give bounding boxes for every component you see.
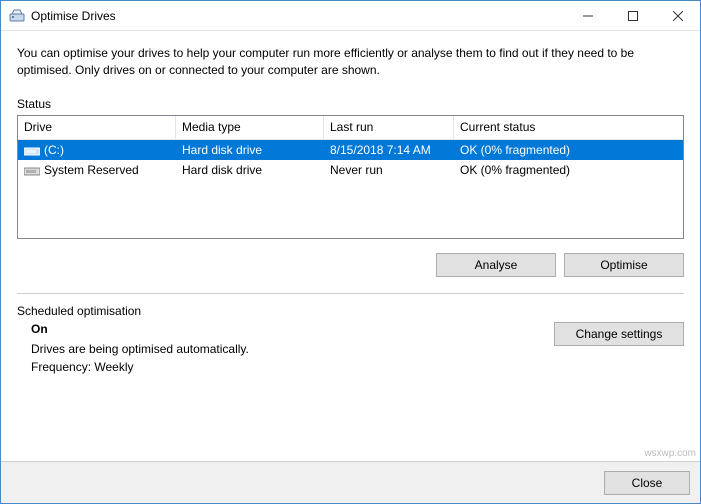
status-label: Status bbox=[17, 97, 684, 111]
scheduled-line1: Drives are being optimised automatically… bbox=[31, 342, 554, 356]
media-type: Hard disk drive bbox=[176, 143, 324, 157]
footer: Close bbox=[1, 461, 700, 503]
col-drive[interactable]: Drive bbox=[18, 116, 176, 139]
table-header: Drive Media type Last run Current status bbox=[18, 116, 683, 140]
col-media[interactable]: Media type bbox=[176, 116, 324, 139]
last-run: Never run bbox=[324, 163, 454, 177]
media-type: Hard disk drive bbox=[176, 163, 324, 177]
scheduled-info: On Drives are being optimised automatica… bbox=[17, 322, 554, 378]
optimise-button[interactable]: Optimise bbox=[564, 253, 684, 277]
scheduled-state: On bbox=[31, 322, 554, 336]
scheduled-area: On Drives are being optimised automatica… bbox=[17, 322, 684, 378]
body: You can optimise your drives to help you… bbox=[1, 31, 700, 461]
table-row[interactable]: (C:) Hard disk drive 8/15/2018 7:14 AM O… bbox=[18, 140, 683, 160]
drive-app-icon bbox=[9, 8, 25, 24]
drive-name: System Reserved bbox=[44, 163, 139, 177]
minimize-button[interactable] bbox=[565, 1, 610, 30]
drive-icon bbox=[24, 164, 40, 176]
col-status[interactable]: Current status bbox=[454, 116, 683, 139]
scheduled-line2: Frequency: Weekly bbox=[31, 360, 554, 374]
window-title: Optimise Drives bbox=[31, 9, 565, 23]
drives-table: Drive Media type Last run Current status… bbox=[17, 115, 684, 239]
current-status: OK (0% fragmented) bbox=[454, 143, 683, 157]
current-status: OK (0% fragmented) bbox=[454, 163, 683, 177]
description-text: You can optimise your drives to help you… bbox=[17, 45, 684, 79]
maximize-button[interactable] bbox=[610, 1, 655, 30]
optimise-drives-window: Optimise Drives You can optimise your dr… bbox=[0, 0, 701, 504]
table-row[interactable]: System Reserved Hard disk drive Never ru… bbox=[18, 160, 683, 180]
drive-name: (C:) bbox=[44, 143, 64, 157]
close-button[interactable] bbox=[655, 1, 700, 30]
analyse-button[interactable]: Analyse bbox=[436, 253, 556, 277]
scheduled-label: Scheduled optimisation bbox=[17, 304, 684, 318]
col-last[interactable]: Last run bbox=[324, 116, 454, 139]
action-buttons: Analyse Optimise bbox=[17, 253, 684, 277]
last-run: 8/15/2018 7:14 AM bbox=[324, 143, 454, 157]
close-dialog-button[interactable]: Close bbox=[604, 471, 690, 495]
divider bbox=[17, 293, 684, 294]
change-settings-button[interactable]: Change settings bbox=[554, 322, 684, 346]
drive-icon bbox=[24, 144, 40, 156]
titlebar: Optimise Drives bbox=[1, 1, 700, 31]
